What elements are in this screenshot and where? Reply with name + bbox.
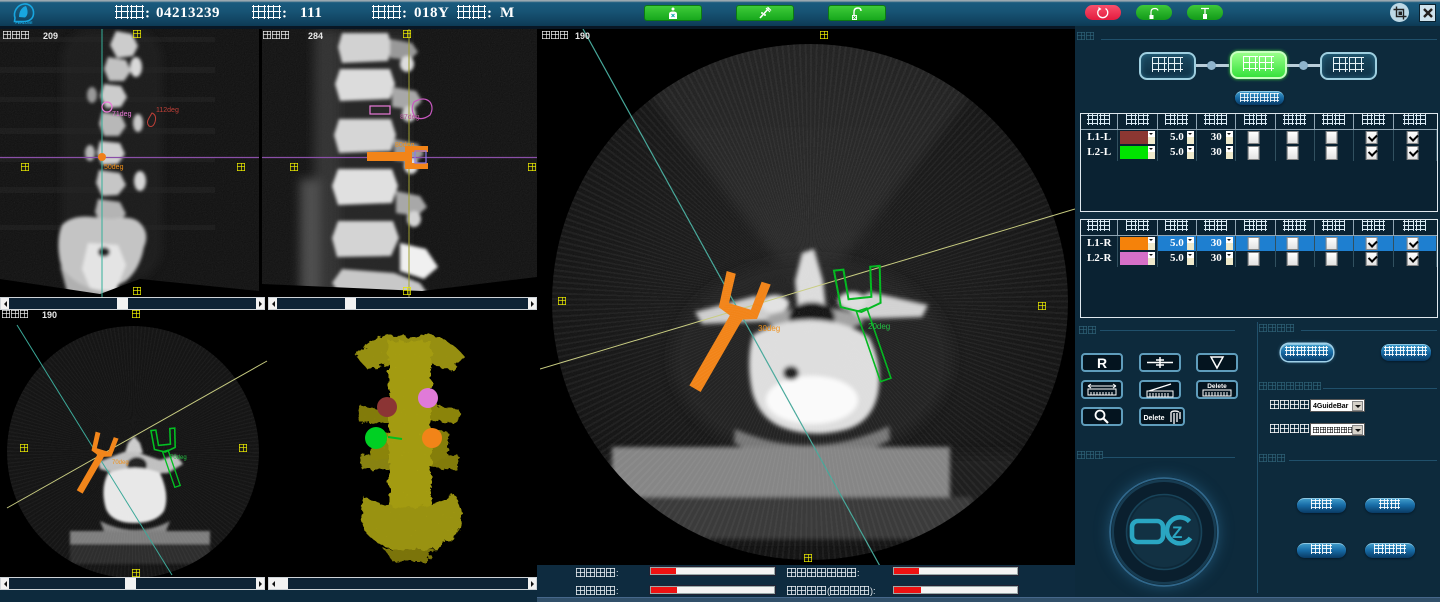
svg-text:PERLOVE: PERLOVE — [15, 21, 33, 24]
svg-text:50deg: 50deg — [104, 164, 124, 171]
svg-text:71deg: 71deg — [112, 111, 132, 118]
svg-text:87deg: 87deg — [400, 114, 420, 121]
svg-text:Z: Z — [1172, 523, 1182, 542]
svg-text:Delete: Delete — [1207, 383, 1227, 390]
svg-text:Delete: Delete — [1143, 415, 1164, 422]
svg-text:112deg: 112deg — [156, 107, 179, 114]
